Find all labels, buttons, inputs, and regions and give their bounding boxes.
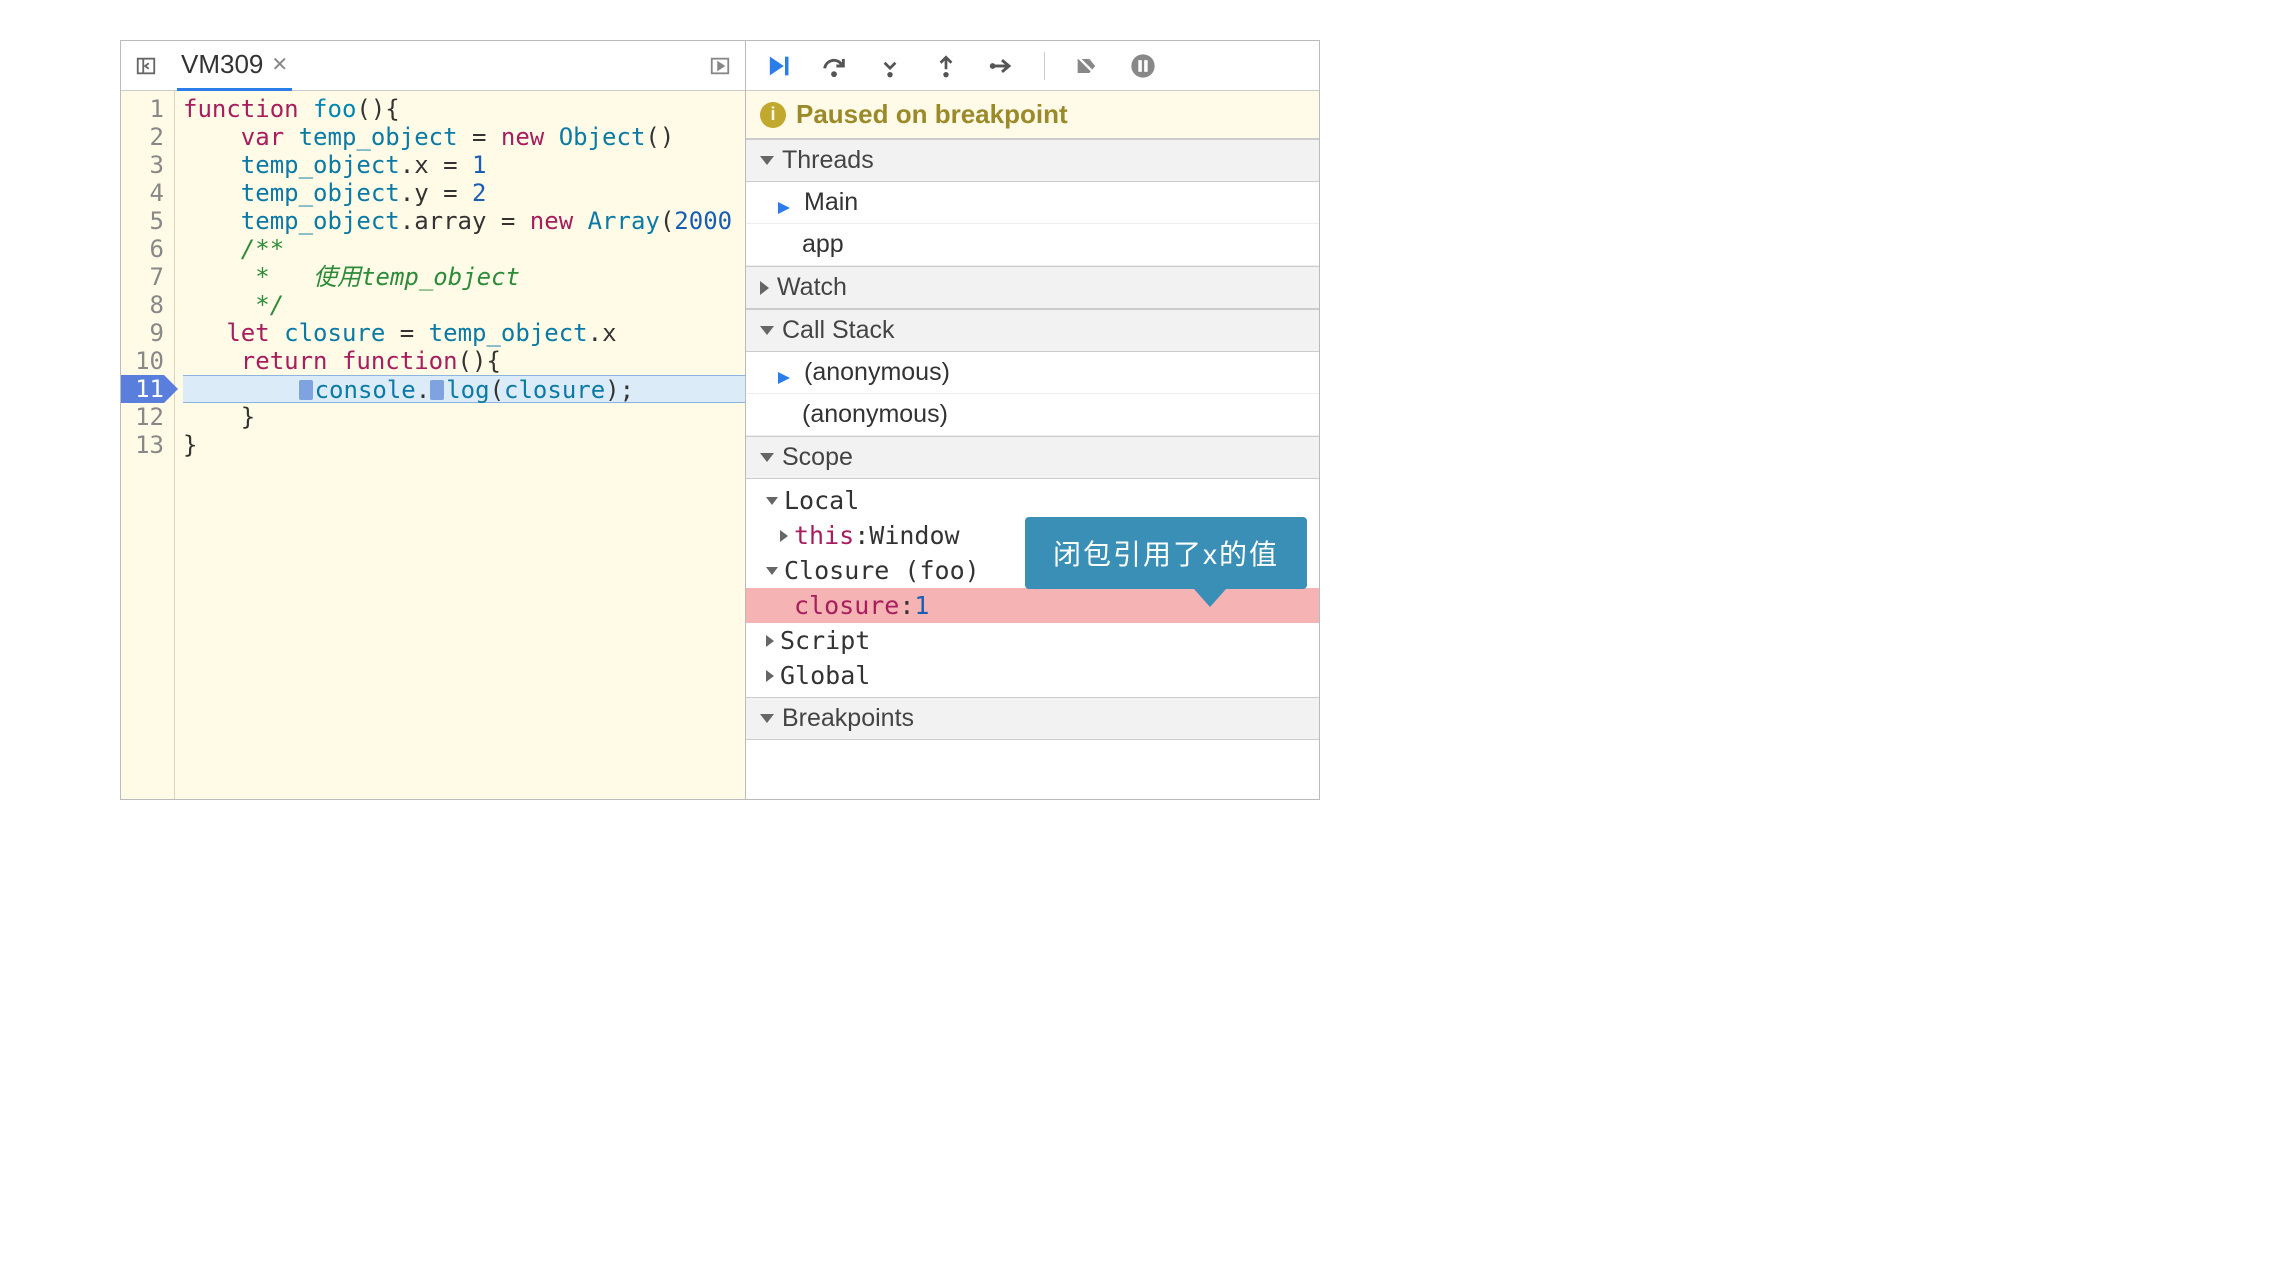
- code-line: temp_object.y = 2: [183, 179, 745, 207]
- scope-label: Global: [780, 661, 870, 690]
- scope-key: this: [794, 521, 854, 550]
- toolbar-separator: [1044, 52, 1045, 80]
- line-number[interactable]: 10: [121, 347, 164, 375]
- line-number[interactable]: 8: [121, 291, 164, 319]
- step-out-icon[interactable]: [932, 52, 960, 80]
- code-line: temp_object.x = 1: [183, 151, 745, 179]
- stack-frame[interactable]: (anonymous): [746, 352, 1319, 394]
- chevron-right-icon: [760, 281, 769, 295]
- chevron-right-icon: [766, 670, 774, 682]
- breakpoints-section-header[interactable]: Breakpoints: [746, 697, 1319, 740]
- frame-label: (anonymous): [804, 358, 950, 387]
- scope-closure-var[interactable]: closure: 1: [746, 588, 1319, 623]
- code-line: var temp_object = new Object(): [183, 123, 745, 151]
- execution-marker-icon: [430, 380, 444, 400]
- chevron-down-icon: [766, 497, 778, 505]
- code-line: temp_object.array = new Array(2000: [183, 207, 745, 235]
- scope-label: Local: [784, 486, 859, 515]
- deactivate-breakpoints-icon[interactable]: [1073, 52, 1101, 80]
- code-line: console.log(closure);: [183, 375, 745, 403]
- line-number[interactable]: 12: [121, 403, 164, 431]
- line-number[interactable]: 9: [121, 319, 164, 347]
- thread-item-app[interactable]: app: [746, 224, 1319, 266]
- step-over-icon[interactable]: [820, 52, 848, 80]
- annotation-callout: 闭包引用了x的值: [1025, 517, 1307, 589]
- chevron-right-icon: [780, 530, 788, 542]
- close-icon[interactable]: ✕: [271, 52, 288, 77]
- chevron-down-icon: [766, 567, 778, 575]
- line-number[interactable]: 11: [121, 375, 164, 403]
- section-label: Scope: [782, 443, 853, 472]
- paused-banner: i Paused on breakpoint: [746, 91, 1319, 139]
- chevron-down-icon: [760, 453, 774, 462]
- pause-on-exceptions-icon[interactable]: [1129, 52, 1157, 80]
- current-thread-icon: [776, 194, 794, 212]
- line-number[interactable]: 13: [121, 431, 164, 459]
- code-line: let closure = temp_object.x: [183, 319, 745, 347]
- paused-text: Paused on breakpoint: [796, 99, 1068, 130]
- source-tabbar: VM309 ✕: [121, 41, 745, 91]
- code-line: */: [183, 291, 745, 319]
- chevron-down-icon: [760, 714, 774, 723]
- line-number[interactable]: 7: [121, 263, 164, 291]
- run-snippet-icon[interactable]: [707, 53, 733, 79]
- scope-section-header[interactable]: Scope: [746, 436, 1319, 479]
- info-icon: i: [760, 102, 786, 128]
- callout-text: 闭包引用了x的值: [1053, 539, 1279, 570]
- step-into-icon[interactable]: [876, 52, 904, 80]
- code-line: * 使用temp_object: [183, 263, 745, 291]
- chevron-down-icon: [760, 326, 774, 335]
- chevron-right-icon: [766, 635, 774, 647]
- step-icon[interactable]: [988, 52, 1016, 80]
- section-label: Watch: [777, 273, 847, 302]
- thread-item-main[interactable]: Main: [746, 182, 1319, 224]
- thread-label: Main: [804, 188, 858, 217]
- threads-section-header[interactable]: Threads: [746, 139, 1319, 182]
- debug-toolbar: [746, 41, 1319, 91]
- scope-value: Window: [869, 521, 959, 550]
- line-number[interactable]: 6: [121, 235, 164, 263]
- code-line: function foo(){: [183, 95, 745, 123]
- line-number[interactable]: 5: [121, 207, 164, 235]
- line-number[interactable]: 1: [121, 95, 164, 123]
- thread-label: app: [802, 230, 844, 259]
- show-navigator-icon[interactable]: [133, 53, 159, 79]
- source-tab[interactable]: VM309 ✕: [177, 41, 292, 91]
- frame-label: (anonymous): [802, 400, 948, 429]
- line-number[interactable]: 4: [121, 179, 164, 207]
- stack-frame[interactable]: (anonymous): [746, 394, 1319, 436]
- line-number[interactable]: 2: [121, 123, 164, 151]
- resume-icon[interactable]: [764, 52, 792, 80]
- code-editor[interactable]: 12345678910111213 function foo(){ var te…: [121, 91, 745, 799]
- line-number[interactable]: 3: [121, 151, 164, 179]
- execution-marker-icon: [299, 380, 313, 400]
- debugger-panel: i Paused on breakpoint Threads Main app …: [746, 41, 1319, 799]
- code-line: /**: [183, 235, 745, 263]
- source-panel: VM309 ✕ 12345678910111213 function foo()…: [121, 41, 746, 799]
- chevron-down-icon: [760, 156, 774, 165]
- code-line: }: [183, 403, 745, 431]
- section-label: Threads: [782, 146, 874, 175]
- tab-label: VM309: [181, 49, 263, 80]
- scope-local[interactable]: Local: [746, 483, 1319, 518]
- current-frame-icon: [776, 364, 794, 382]
- scope-script[interactable]: Script: [746, 623, 1319, 658]
- code-line: }: [183, 431, 745, 459]
- section-label: Call Stack: [782, 316, 895, 345]
- code-line: return function(){: [183, 347, 745, 375]
- scope-key: closure: [794, 591, 899, 620]
- scope-value: 1: [914, 591, 929, 620]
- section-label: Breakpoints: [782, 704, 914, 733]
- code-body: function foo(){ var temp_object = new Ob…: [175, 91, 745, 799]
- scope-global[interactable]: Global: [746, 658, 1319, 693]
- devtools-panel: VM309 ✕ 12345678910111213 function foo()…: [120, 40, 1320, 800]
- watch-section-header[interactable]: Watch: [746, 266, 1319, 309]
- line-gutter: 12345678910111213: [121, 91, 175, 799]
- scope-label: Script: [780, 626, 870, 655]
- scope-label: Closure (foo): [784, 556, 980, 585]
- callstack-section-header[interactable]: Call Stack: [746, 309, 1319, 352]
